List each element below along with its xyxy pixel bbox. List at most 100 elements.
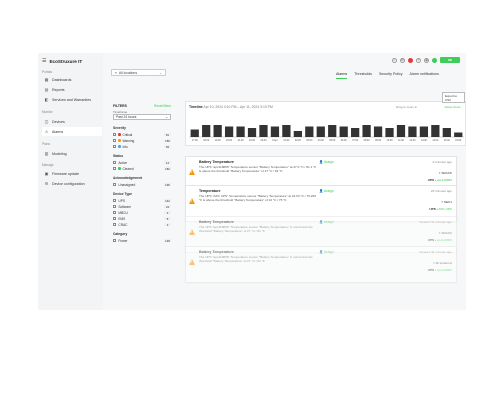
filter-row-software[interactable]: Software 24: [113, 204, 171, 209]
menu-icon[interactable]: ☰: [42, 58, 46, 64]
x-tick-label: 15:00: [444, 139, 451, 142]
filter-row-unassigned[interactable]: Unassigned 196: [113, 182, 171, 187]
sidebar-item-services[interactable]: ◧ Services and Warranties: [42, 95, 102, 104]
filter-row-ems[interactable]: EMS 8: [113, 216, 171, 221]
filter-row-info[interactable]: Info 84: [113, 144, 171, 149]
checkbox[interactable]: [113, 198, 117, 203]
sidebar-item-alarms[interactable]: ⚠ Alarms: [42, 127, 102, 136]
chart-bar[interactable]: [259, 125, 268, 137]
sidebar-item-reports[interactable]: ▤ Reports: [42, 85, 102, 94]
checkbox[interactable]: [113, 238, 117, 243]
checkbox[interactable]: [113, 144, 117, 149]
checkbox[interactable]: [113, 138, 117, 143]
alarm-time: 8 minutes ago: [432, 160, 452, 164]
filter-group-status: Status: [113, 154, 124, 158]
alarm-device[interactable]: UPS • apc118865: [428, 238, 452, 242]
reset-filters-link[interactable]: Reset filters: [154, 104, 171, 108]
chart-bar[interactable]: [385, 128, 394, 137]
chart-bar[interactable]: [419, 126, 429, 138]
user-icon[interactable]: ◉: [424, 57, 429, 63]
chart-bar[interactable]: [190, 129, 199, 138]
checkbox[interactable]: [113, 210, 117, 215]
timeline-chart[interactable]: 17:00 18:00 19:00 20:00 21:00 22:00 23:00 9 Apr…: [186, 102, 467, 147]
chart-bar[interactable]: [213, 125, 222, 137]
search-icon[interactable]: ⌕: [392, 57, 397, 63]
checkbox[interactable]: [113, 222, 117, 227]
chart-bar[interactable]: [224, 126, 234, 138]
chart-bar[interactable]: [454, 132, 463, 138]
alarm-card[interactable]: Battery Temperature The UPS "apc118865" …: [185, 246, 457, 283]
assign-label: Assign: [323, 160, 334, 164]
sidebar: ☰ EcoStruxure IT Portals ▦ Dashboards ▤ …: [38, 53, 103, 310]
filter-row-crac[interactable]: CRAC 3: [113, 222, 171, 227]
sidebar-item-device-config[interactable]: ⚙ Device configuration: [42, 179, 102, 188]
chart-bar[interactable]: [339, 126, 348, 138]
sidebar-item-label: Alarms: [52, 129, 64, 134]
tab-thresholds[interactable]: Thresholds: [354, 72, 372, 79]
filter-label: EMS: [118, 216, 126, 221]
chart-bar[interactable]: [442, 128, 451, 137]
chart-bar[interactable]: [351, 128, 360, 137]
sidebar-item-firmware[interactable]: ▣ Firmware update: [42, 169, 102, 178]
sidebar-item-devices[interactable]: ◫ Devices: [42, 117, 102, 126]
device-link[interactable]: apc118865: [437, 268, 452, 272]
x-tick-label: 23:00: [260, 139, 267, 142]
assign-button[interactable]: 👤 Assign: [319, 250, 334, 254]
x-tick-label: 9 Apr: [272, 139, 278, 142]
chart-bar[interactable]: [270, 126, 280, 138]
filter-row-warning[interactable]: Warning 180: [113, 138, 171, 143]
chart-bar[interactable]: [316, 126, 325, 138]
chart-bar[interactable]: [373, 126, 383, 138]
chart-bar[interactable]: [293, 131, 302, 137]
chart-bar[interactable]: [328, 125, 337, 137]
info-dot-icon: [118, 145, 121, 148]
alarm-title: Battery Temperature: [199, 160, 234, 164]
timeline-panel[interactable]: Export to CSV Timeline Apr 10, 2024 3:10…: [185, 92, 467, 147]
tab-security-policy[interactable]: Security Policy: [379, 72, 403, 79]
chart-bar[interactable]: [431, 125, 440, 137]
chart-bar[interactable]: [305, 126, 314, 138]
chart-bar[interactable]: [362, 125, 371, 137]
chart-bar[interactable]: [247, 128, 257, 137]
timeframe-select[interactable]: Past 24 hours ⌄: [113, 114, 171, 120]
chart-bar[interactable]: [282, 125, 291, 137]
checkbox[interactable]: [113, 204, 117, 209]
tab-alarms[interactable]: Alarms: [336, 72, 348, 79]
tab-alarm-notifications[interactable]: Alarm notifications: [410, 72, 439, 79]
filter-row-mbcu[interactable]: MBCU 3: [113, 210, 171, 215]
device-link[interactable]: apc118865: [437, 178, 452, 182]
x-tick-label: 22:00: [249, 139, 256, 142]
checkbox[interactable]: [113, 166, 117, 171]
device-prefix: UPS: [429, 207, 436, 211]
device-link[interactable]: APC UPS: [438, 207, 452, 211]
checkbox[interactable]: [113, 216, 117, 221]
filter-row-active[interactable]: Active 14: [113, 160, 171, 165]
help-icon[interactable]: ?: [416, 57, 421, 63]
chart-bar[interactable]: [408, 126, 417, 138]
location-select[interactable]: ⌖ All locations ⌄: [111, 69, 166, 76]
checkbox[interactable]: [113, 132, 117, 137]
alarm-device[interactable]: UPS • APC UPS: [429, 207, 452, 211]
notification-icon[interactable]: [408, 57, 413, 63]
assign-button[interactable]: 👤 Assign: [319, 220, 334, 224]
assign-button[interactable]: 👤 Assign: [319, 189, 334, 193]
sidebar-item-modeling[interactable]: ▥ Modeling: [42, 149, 102, 158]
filter-row-critical[interactable]: Critical 81: [113, 132, 171, 137]
chart-bar[interactable]: [236, 126, 245, 138]
chart-bar[interactable]: [396, 125, 406, 137]
filter-row-cleared[interactable]: Cleared 182: [113, 166, 171, 171]
device-link[interactable]: apc118865: [437, 238, 452, 242]
settings-icon[interactable]: ⚙: [400, 57, 405, 63]
assign-button[interactable]: 👤 Assign: [319, 160, 334, 164]
chart-bar[interactable]: [202, 125, 211, 137]
alarm-device[interactable]: UPS • apc118865: [428, 178, 452, 182]
filter-row-ups[interactable]: UPS 142: [113, 198, 171, 203]
filter-row-power[interactable]: Power 148: [113, 238, 171, 243]
alarm-title: Battery Temperature: [199, 220, 234, 224]
checkbox[interactable]: [113, 182, 117, 187]
assign-label: Assign: [323, 250, 334, 254]
checkbox[interactable]: [113, 160, 117, 165]
alarm-icon: ⚠: [44, 129, 49, 134]
alarm-device[interactable]: UPS • apc118865: [428, 268, 452, 272]
sidebar-item-dashboards[interactable]: ▦ Dashboards: [42, 75, 102, 84]
